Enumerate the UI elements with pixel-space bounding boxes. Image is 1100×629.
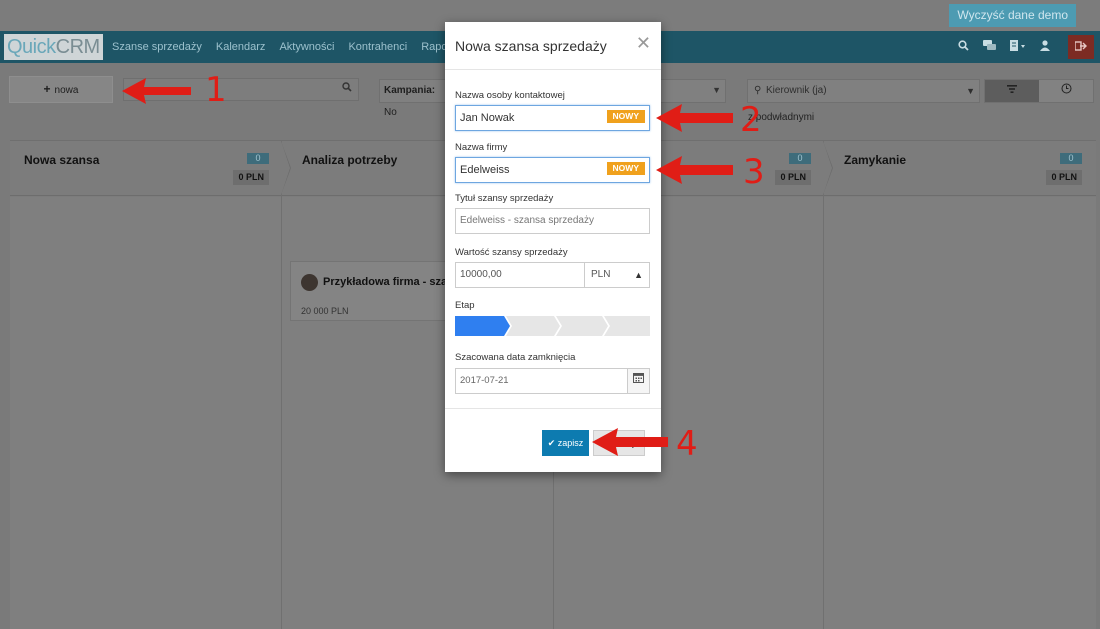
currency-value: PLN (591, 269, 611, 280)
nav-item-activities[interactable]: Aktywności (279, 31, 334, 63)
contact-name-value: Jan Nowak (460, 112, 515, 124)
column-count-badge: 0 (1060, 153, 1082, 164)
stage-step-3[interactable] (556, 316, 608, 336)
logout-button[interactable] (1068, 35, 1094, 59)
chevron-down-icon: ▼ (712, 85, 721, 95)
app-logo[interactable]: QuickCRM (4, 34, 103, 60)
clock-icon (1061, 83, 1071, 94)
value-row: 10000,00 PLN ▲ (455, 262, 650, 288)
opportunity-title-input[interactable]: Edelweiss - szansa sprzedaży (455, 208, 650, 234)
column-title: Nowa szansa (24, 153, 100, 167)
pipeline-column: Zamykanie 0 0 PLN (824, 141, 1096, 629)
person-pin-icon: ⚲ (754, 85, 762, 96)
close-date-label: Szacowana data zamknięcia (455, 352, 576, 363)
close-date-row: 2017-07-21 (455, 368, 650, 394)
spinner-arrows-icon: ▲ (634, 270, 643, 280)
pipeline-view-button[interactable] (985, 80, 1039, 102)
manager-select[interactable]: ⚲ Kierownik (ja) ▼ (747, 79, 980, 103)
stage-step-2[interactable] (506, 316, 560, 336)
card-amount: 20 000 PLN (301, 306, 349, 316)
new-contact-badge: NOWY (606, 110, 645, 123)
value-label: Wartość szansy sprzedaży (455, 247, 568, 258)
calendar-icon[interactable] (628, 368, 650, 394)
arrow-2 (656, 104, 733, 132)
nav-menu: Szanse sprzedaży Kalendarz Aktywności Ko… (112, 31, 501, 63)
column-dropzone[interactable] (10, 197, 281, 629)
opportunity-title-value: Edelweiss - szansa sprzedaży (460, 215, 594, 226)
nav-item-opportunities[interactable]: Szanse sprzedaży (112, 31, 202, 63)
column-title: Analiza potrzeby (302, 153, 398, 167)
pipeline-column: Nowa szansa 0 0 PLN (10, 141, 291, 629)
currency-select[interactable]: PLN ▲ (585, 262, 650, 288)
campaign-filter[interactable]: Kampania: No (379, 79, 449, 118)
logo-text-crm: CRM (55, 36, 101, 58)
contact-name-input[interactable]: Jan Nowak NOWY (455, 105, 650, 131)
user-icon[interactable] (1040, 40, 1050, 54)
contact-label: Nazwa osoby kontaktowej (455, 90, 565, 101)
search-input[interactable] (123, 78, 359, 101)
clear-demo-data-button[interactable]: Wyczyść dane demo (949, 4, 1076, 27)
manager-value: Kierownik (ja) (766, 85, 827, 96)
column-sum-badge: 0 PLN (1046, 170, 1082, 185)
campaign-label: Kampania: (384, 85, 436, 96)
nav-item-contractors[interactable]: Kontrahenci (348, 31, 407, 63)
opportunity-title-label: Tytuł szansy sprzedaży (455, 193, 554, 204)
avatar (301, 274, 318, 291)
campaign-value: No (384, 107, 397, 118)
plus-icon: + (43, 82, 51, 96)
stage-filter-select[interactable]: ▼ (660, 79, 726, 103)
close-date-input[interactable]: 2017-07-21 (455, 368, 628, 394)
modal-header: Nowa szansa sprzedaży ✕ (445, 22, 661, 70)
view-toggle (984, 79, 1094, 103)
company-name-input[interactable]: Edelweiss NOWY (455, 157, 650, 183)
subordinates-label: z podwładnymi (748, 112, 815, 123)
nav-icons (958, 31, 1050, 63)
opportunity-card[interactable]: Przykładowa firma - szan 20 000 PLN (290, 261, 470, 321)
logout-icon (1074, 40, 1087, 54)
new-button-label: nowa (54, 85, 79, 96)
stage-step-4[interactable] (604, 316, 650, 336)
company-name-value: Edelweiss (460, 164, 510, 176)
subordinates-checkbox[interactable]: z podwładnymi (748, 112, 814, 123)
column-sum-badge: 0 PLN (775, 170, 811, 185)
column-header: Zamykanie 0 0 PLN (824, 141, 1096, 196)
column-dropzone[interactable] (824, 197, 1096, 629)
close-icon[interactable]: ✕ (636, 33, 651, 54)
stage-label: Etap (455, 300, 475, 311)
column-header: Nowa szansa 0 0 PLN (10, 141, 291, 196)
new-company-badge: NOWY (606, 162, 645, 175)
column-count-badge: 0 (247, 153, 269, 164)
stage-step-1[interactable] (455, 316, 510, 336)
check-icon: ✔ (547, 438, 556, 448)
chat-icon[interactable] (983, 40, 996, 54)
new-opportunity-button[interactable]: + nowa (9, 76, 113, 103)
chevron-down-icon: ▼ (966, 86, 975, 96)
modal-title: Nowa szansa sprzedaży (455, 38, 607, 54)
stage-arrow (281, 141, 290, 195)
stage-arrow (823, 141, 832, 195)
search-icon[interactable] (958, 40, 969, 54)
column-sum-badge: 0 PLN (233, 170, 269, 185)
column-count-badge: 0 (789, 153, 811, 164)
modal-footer: ✔ zapisz zamknij (445, 408, 661, 472)
stage-progress (455, 316, 650, 336)
timeline-view-button[interactable] (1039, 80, 1093, 102)
logo-text-quick: Quick (7, 36, 56, 58)
card-title: Przykładowa firma - szan (323, 276, 454, 288)
new-opportunity-modal: Nowa szansa sprzedaży ✕ Nazwa osoby kont… (445, 22, 661, 472)
company-label: Nazwa firmy (455, 142, 508, 153)
save-button[interactable]: ✔ zapisz (542, 430, 589, 456)
column-title: Zamykanie (844, 153, 907, 167)
opportunity-value-input[interactable]: 10000,00 (455, 262, 585, 288)
save-label: zapisz (557, 438, 584, 448)
search-icon (342, 82, 352, 95)
nav-item-calendar[interactable]: Kalendarz (216, 31, 266, 63)
close-button[interactable]: zamknij (593, 430, 645, 456)
document-icon[interactable] (1010, 40, 1026, 54)
filter-icon (1007, 85, 1017, 93)
